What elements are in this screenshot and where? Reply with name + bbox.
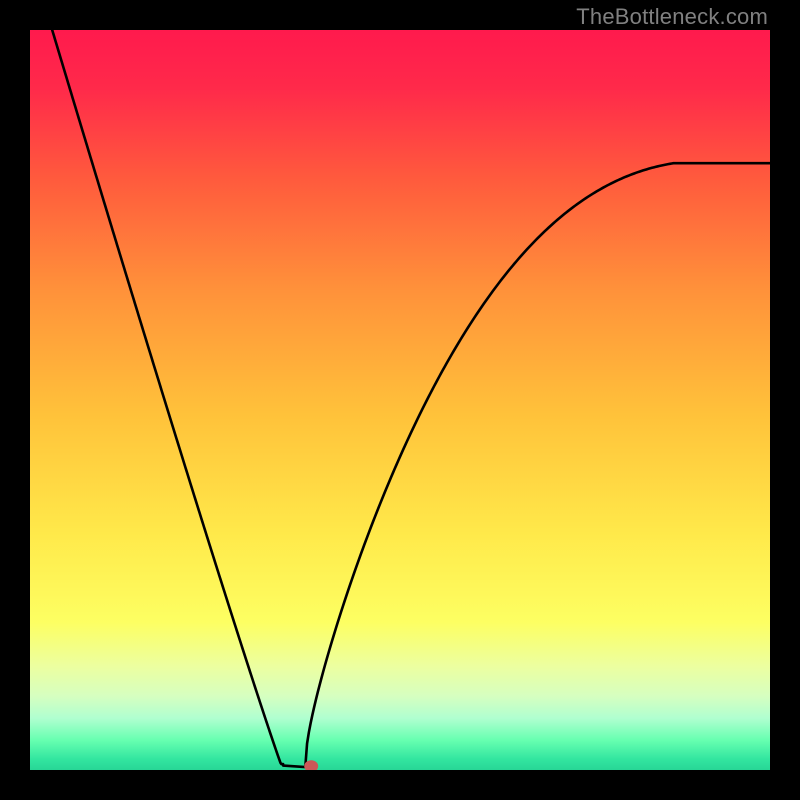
watermark-text: TheBottleneck.com [576,4,768,30]
gradient-background [30,30,770,770]
chart-frame: TheBottleneck.com [0,0,800,800]
bottleneck-chart [30,30,770,770]
plot-area [30,30,770,770]
